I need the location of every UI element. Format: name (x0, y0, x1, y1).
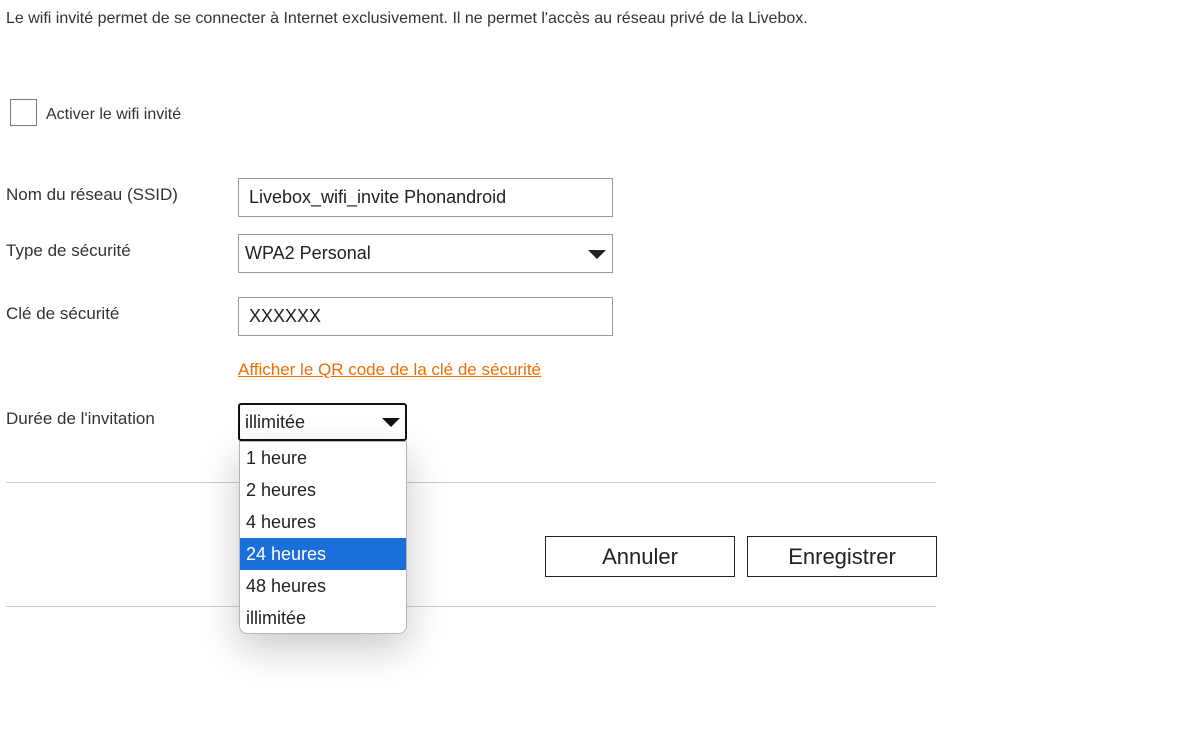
duration-value: illimitée (245, 411, 306, 432)
duration-option-highlighted[interactable]: 24 heures (240, 538, 406, 570)
security-type-value: WPA2 Personal (245, 243, 371, 263)
ssid-value: Livebox_wifi_invite Phonandroid (249, 187, 507, 207)
duration-option[interactable]: 4 heures (240, 506, 406, 538)
duration-dropdown-list: 1 heure 2 heures 4 heures 24 heures 48 h… (239, 441, 407, 634)
duration-label: Durée de l'invitation (6, 409, 155, 428)
guest-wifi-checkbox-label: Activer le wifi invité (46, 106, 182, 123)
divider-top (6, 482, 936, 483)
security-type-select[interactable]: WPA2 Personal (238, 234, 613, 273)
ssid-input[interactable]: Livebox_wifi_invite Phonandroid (238, 178, 613, 217)
guest-wifi-toggle-row[interactable]: Activer le wifi invité (10, 97, 181, 127)
save-button[interactable]: Enregistrer (747, 536, 937, 577)
duration-option[interactable]: 2 heures (240, 474, 406, 506)
chevron-down-icon (588, 249, 606, 259)
duration-option[interactable]: 48 heures (240, 570, 406, 602)
duration-option[interactable]: 1 heure (240, 442, 406, 474)
show-qr-code-link[interactable]: Afficher le QR code de la clé de sécurit… (238, 360, 541, 380)
duration-option[interactable]: illimitée (240, 602, 406, 633)
duration-select[interactable]: illimitée (238, 403, 407, 441)
cancel-button[interactable]: Annuler (545, 536, 735, 577)
security-key-input[interactable]: XXXXXX (238, 297, 613, 336)
guest-wifi-checkbox[interactable] (10, 98, 37, 126)
security-type-label: Type de sécurité (6, 241, 131, 260)
security-key-value: XXXXXX (249, 306, 322, 326)
chevron-down-icon (382, 418, 400, 427)
intro-text: Le wifi invité permet de se connecter à … (6, 10, 808, 27)
security-key-label: Clé de sécurité (6, 304, 120, 323)
divider-bottom (6, 606, 936, 607)
ssid-label: Nom du réseau (SSID) (6, 185, 178, 204)
